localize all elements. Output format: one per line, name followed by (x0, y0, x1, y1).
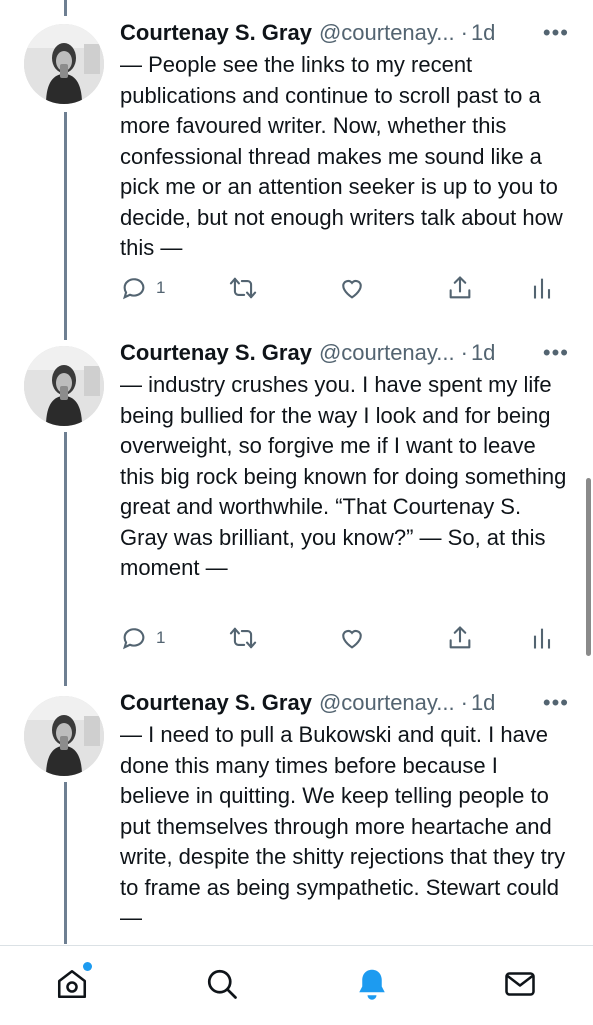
analytics-button[interactable] (530, 624, 554, 652)
share-button[interactable] (446, 624, 474, 652)
author-handle[interactable]: @courtenay... (319, 690, 455, 716)
author-handle[interactable]: @courtenay... (319, 340, 455, 366)
retweet-button[interactable] (228, 274, 258, 302)
separator: · (460, 20, 468, 45)
analytics-icon (530, 624, 554, 652)
tab-home[interactable] (54, 962, 92, 1002)
profile-photo (24, 24, 104, 104)
share-button[interactable] (446, 274, 474, 302)
analytics-icon (530, 274, 554, 302)
more-icon[interactable]: ••• (543, 342, 569, 364)
avatar[interactable] (24, 696, 104, 776)
avatar[interactable] (24, 24, 104, 104)
timestamp[interactable]: 1d (471, 20, 495, 46)
analytics-button[interactable] (530, 274, 554, 302)
avatar[interactable] (24, 346, 104, 426)
thread-line (64, 112, 67, 340)
profile-photo (24, 696, 104, 776)
tweet-header: Courtenay S. Gray @courtenay... · 1d (120, 20, 573, 50)
tweet-header: Courtenay S. Gray @courtenay... · 1d (120, 690, 573, 720)
scrollbar[interactable] (586, 478, 591, 656)
retweet-icon (228, 274, 258, 302)
more-icon[interactable]: ••• (543, 692, 569, 714)
timestamp[interactable]: 1d (471, 690, 495, 716)
author-name[interactable]: Courtenay S. Gray (120, 340, 312, 366)
bottom-tab-bar (0, 945, 593, 1025)
reply-button[interactable]: 1 (120, 274, 165, 302)
like-icon (338, 624, 366, 652)
home-badge (83, 962, 92, 971)
timestamp[interactable]: 1d (471, 340, 495, 366)
reply-icon (120, 624, 148, 652)
share-icon (446, 274, 474, 302)
tab-notifications[interactable] (354, 966, 390, 1002)
retweet-button[interactable] (228, 624, 258, 652)
search-icon (204, 966, 240, 1002)
separator: · (460, 690, 468, 715)
tab-messages[interactable] (502, 966, 538, 1002)
tweet-text: — People see the links to my recent publ… (120, 52, 563, 260)
author-name[interactable]: Courtenay S. Gray (120, 20, 312, 46)
reply-button[interactable]: 1 (120, 624, 165, 652)
author-handle[interactable]: @courtenay... (319, 20, 455, 46)
tweet-actions: 1 (120, 274, 563, 308)
like-icon (338, 274, 366, 302)
like-button[interactable] (338, 624, 366, 652)
reply-count: 1 (156, 628, 166, 647)
tweet-actions: 1 (120, 624, 563, 658)
tweet-text: — I need to pull a Bukowski and quit. I … (120, 722, 566, 930)
home-icon (54, 966, 90, 1002)
notifications-icon (354, 966, 390, 1002)
tab-search[interactable] (204, 966, 240, 1002)
messages-icon (502, 966, 538, 1002)
tweet-header: Courtenay S. Gray @courtenay... · 1d (120, 340, 573, 370)
thread-line (64, 0, 67, 16)
separator: · (460, 340, 468, 365)
tweet-text: — industry crushes you. I have spent my … (120, 372, 567, 580)
reply-icon (120, 274, 148, 302)
retweet-icon (228, 624, 258, 652)
author-name[interactable]: Courtenay S. Gray (120, 690, 312, 716)
thread-line (64, 432, 67, 686)
share-icon (446, 624, 474, 652)
timeline[interactable]: Courtenay S. Gray @courtenay... · 1d •••… (0, 0, 593, 944)
reply-count: 1 (156, 278, 166, 297)
more-icon[interactable]: ••• (543, 22, 569, 44)
like-button[interactable] (338, 274, 366, 302)
thread-line (64, 782, 67, 944)
profile-photo (24, 346, 104, 426)
